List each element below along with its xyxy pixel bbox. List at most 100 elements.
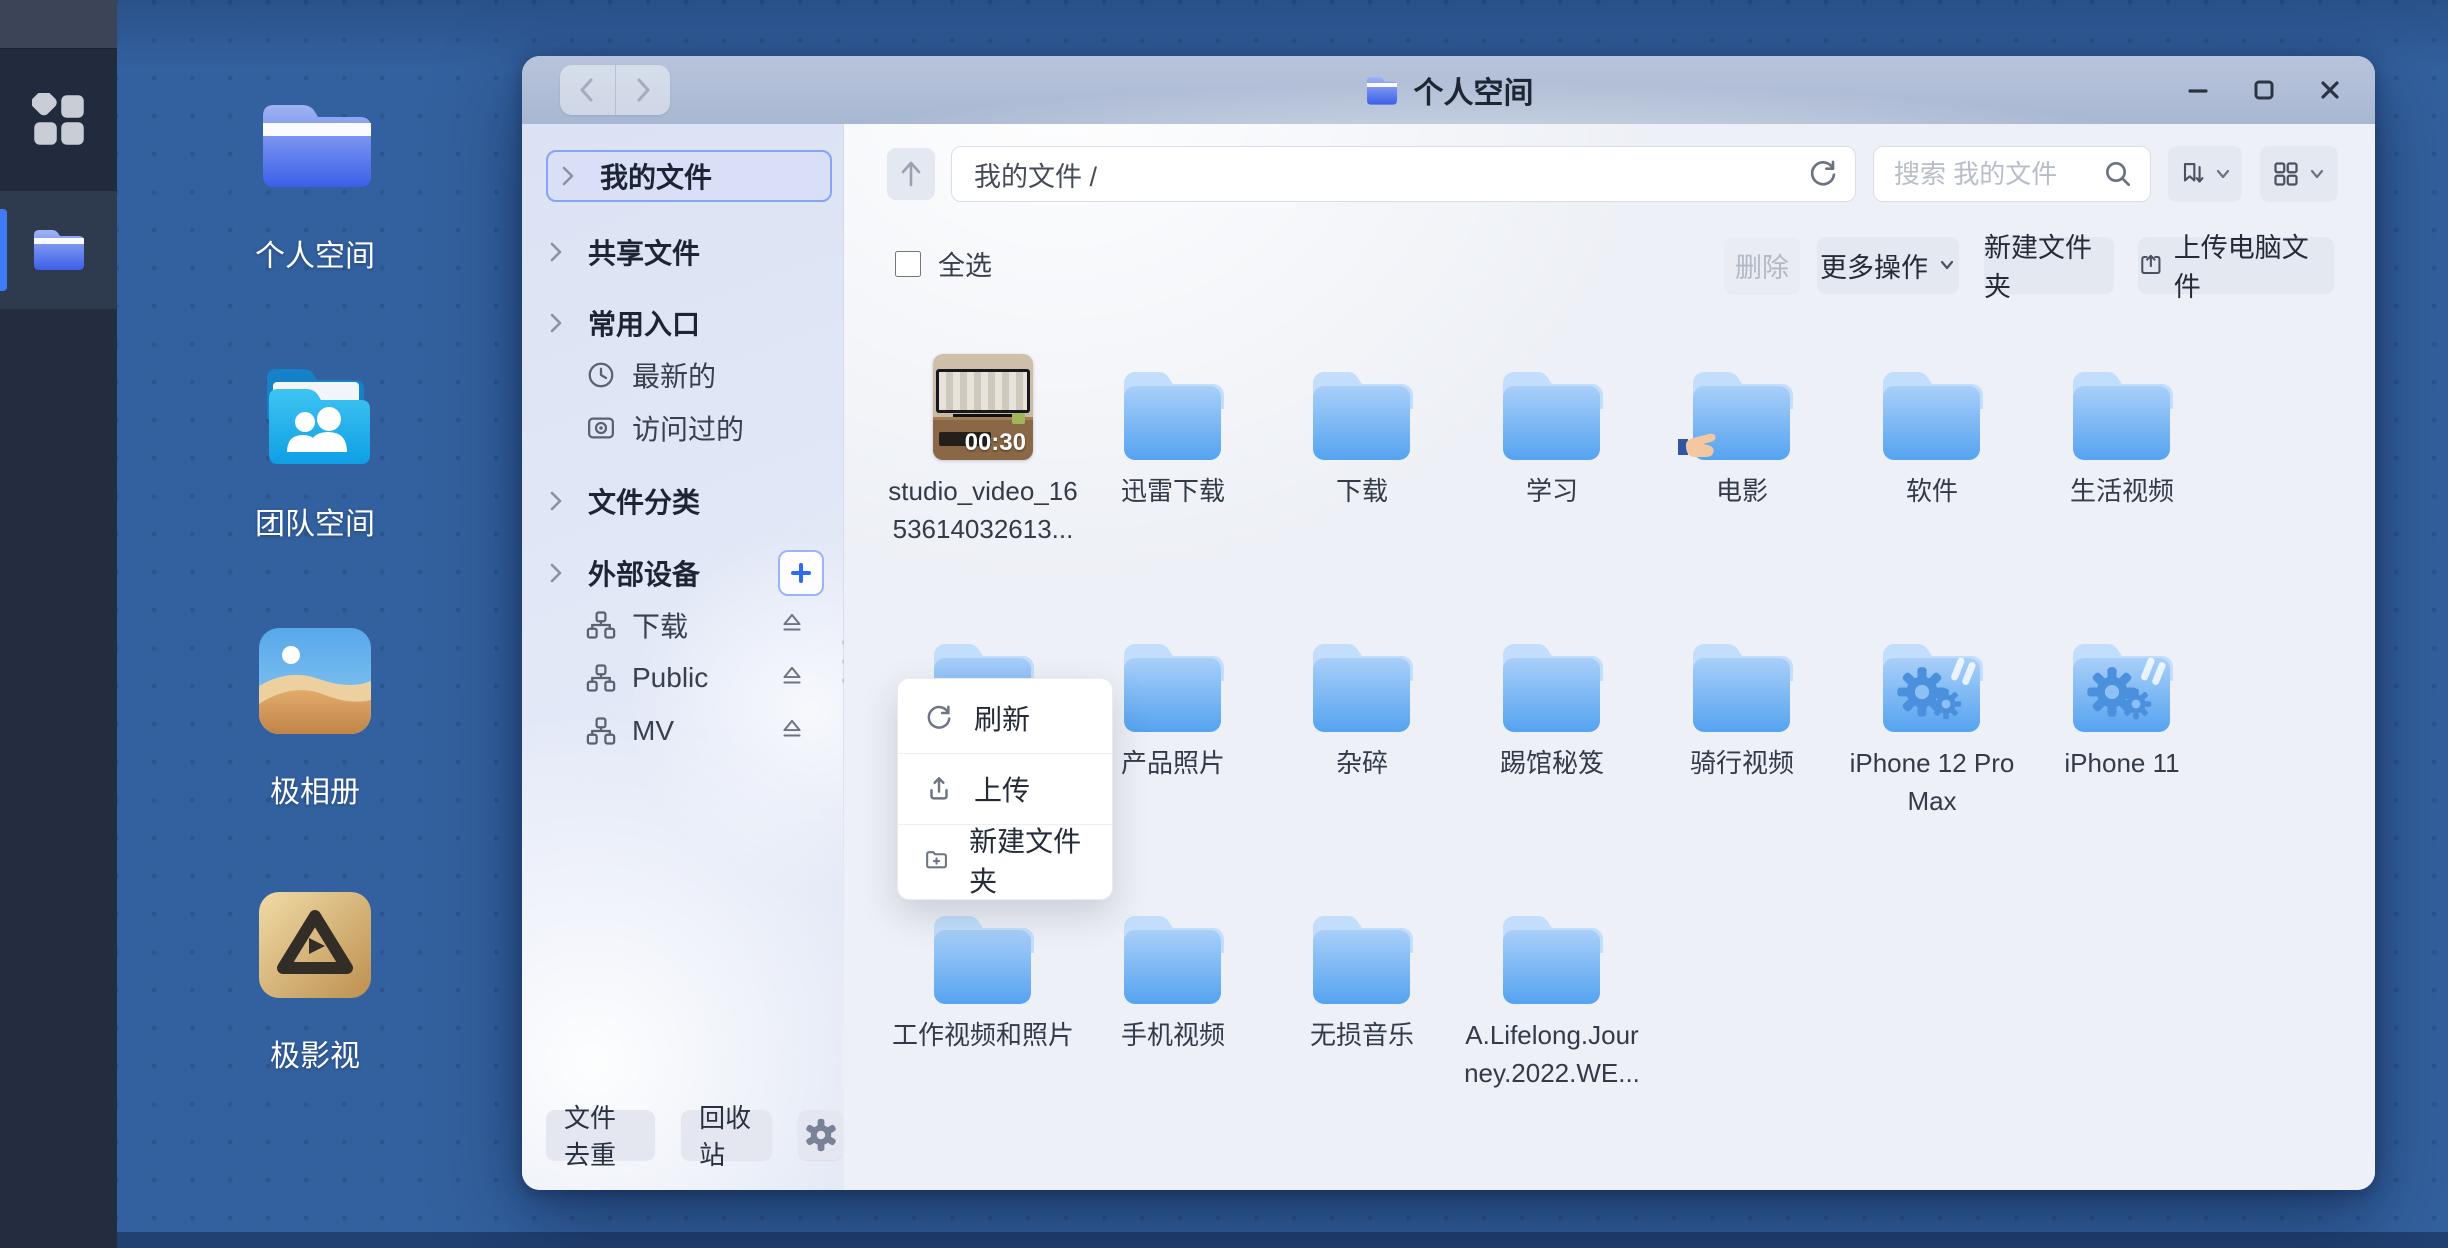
app-rail — [0, 0, 117, 1248]
minimize-icon — [2185, 77, 2211, 103]
file-item-folder[interactable]: 踢馆秘笈 — [1450, 626, 1654, 782]
minimize-button[interactable] — [2183, 75, 2213, 105]
sidebar-item-device-download[interactable]: 下载 — [586, 602, 831, 648]
file-item-folder[interactable]: 电影 — [1640, 354, 1844, 510]
sidebar-item-shared-files[interactable]: 共享文件 — [546, 229, 831, 275]
more-actions-label: 更多操作 — [1820, 246, 1928, 285]
chevron-right-icon — [558, 163, 578, 189]
video-thumbnail: 00:30 — [933, 354, 1033, 460]
desktop-icon-label: 极相册 — [205, 767, 425, 811]
file-name: iPhone 11 — [2020, 744, 2224, 782]
chevron-right-icon — [546, 239, 566, 265]
file-item-device-backup-folder[interactable]: iPhone 11 — [2020, 626, 2224, 782]
refresh-button[interactable] — [1807, 158, 1839, 190]
file-name: 骑行视频 — [1640, 744, 1844, 782]
recycle-bin-label: 回收站 — [699, 1098, 754, 1172]
folder-icon — [1310, 908, 1414, 1004]
file-item-folder[interactable]: 迅雷下载 — [1071, 354, 1275, 510]
search-box — [1873, 146, 2151, 202]
context-menu-upload[interactable]: 上传 — [898, 753, 1112, 824]
window-title-folder-icon — [1364, 74, 1400, 106]
network-device-icon — [586, 610, 616, 640]
go-up-button[interactable] — [887, 148, 935, 200]
window-titlebar[interactable]: 个人空间 — [522, 56, 2375, 124]
window-controls — [2183, 56, 2345, 124]
settings-button[interactable] — [798, 1110, 843, 1160]
file-name: 手机视频 — [1071, 1016, 1275, 1054]
sidebar-item-label: MV — [632, 715, 674, 747]
eject-button[interactable] — [779, 610, 805, 641]
forward-button[interactable] — [616, 65, 671, 115]
sidebar-item-common-entry[interactable]: 常用入口 — [546, 300, 831, 346]
app-grid-icon — [32, 93, 86, 147]
file-item-video[interactable]: 00:30 studio_video_16 53614032613... — [881, 354, 1085, 548]
file-item-folder[interactable]: 工作视频和照片 — [881, 898, 1085, 1054]
sidebar-item-device-mv[interactable]: MV — [586, 708, 831, 754]
file-item-folder[interactable]: 下载 — [1260, 354, 1464, 510]
path-input[interactable] — [952, 159, 1807, 190]
rail-item-apps[interactable] — [0, 49, 117, 191]
file-name: A.Lifelong.Jour ney.2022.WE... — [1450, 1016, 1654, 1092]
desktop-icon-movie-app[interactable]: 极影视 — [205, 892, 425, 1075]
hand-cursor-icon — [1678, 423, 1722, 464]
upload-icon — [2138, 252, 2164, 278]
search-input[interactable] — [1874, 159, 2102, 190]
file-item-folder[interactable]: 学习 — [1450, 354, 1654, 510]
rail-item-files[interactable] — [0, 191, 117, 309]
eject-button[interactable] — [779, 716, 805, 747]
delete-button[interactable]: 删除 — [1724, 237, 1800, 293]
sort-button[interactable] — [2168, 146, 2242, 202]
sidebar-item-device-public[interactable]: Public — [586, 655, 831, 701]
recycle-bin-button[interactable]: 回收站 — [681, 1110, 772, 1160]
upload-pc-files-button[interactable]: 上传电脑文件 — [2138, 237, 2334, 293]
sidebar-item-my-files[interactable]: 我的文件 — [546, 150, 832, 202]
desktop-icon-photo-album[interactable]: 极相册 — [205, 628, 425, 811]
maximize-button[interactable] — [2249, 75, 2279, 105]
sidebar-item-label: 下载 — [632, 605, 688, 645]
desktop-icon-team-space[interactable]: 团队空间 — [205, 360, 425, 543]
add-external-device-button[interactable] — [778, 550, 824, 596]
file-name: 下载 — [1260, 472, 1464, 510]
new-folder-button-label: 新建文件夹 — [1984, 226, 2114, 304]
new-folder-button[interactable]: 新建文件夹 — [1984, 237, 2114, 293]
file-name: 无损音乐 — [1260, 1016, 1464, 1054]
desktop-bottom-edge — [0, 1232, 2448, 1248]
more-actions-button[interactable]: 更多操作 — [1817, 237, 1959, 293]
file-item-folder[interactable]: 生活视频 — [2020, 354, 2224, 510]
file-item-folder[interactable]: 手机视频 — [1071, 898, 1275, 1054]
rail-top-strip — [0, 0, 117, 49]
chevron-right-icon — [546, 488, 566, 514]
search-button[interactable] — [2102, 158, 2134, 190]
file-item-folder[interactable]: 软件 — [1830, 354, 2034, 510]
file-item-folder[interactable]: 骑行视频 — [1640, 626, 1844, 782]
folder-icon — [1880, 364, 1984, 460]
close-button[interactable] — [2315, 75, 2345, 105]
select-all-checkbox[interactable] — [895, 251, 921, 277]
network-device-icon — [586, 716, 616, 746]
sidebar-item-visited[interactable]: 访问过的 — [586, 405, 831, 451]
eject-button[interactable] — [779, 663, 805, 694]
folder-icon — [931, 908, 1035, 1004]
file-item-folder[interactable]: 杂碎 — [1260, 626, 1464, 782]
desktop-icon-personal-space[interactable]: 个人空间 — [205, 96, 425, 275]
folder-icon — [2070, 364, 2174, 460]
sidebar-item-recent[interactable]: 最新的 — [586, 352, 831, 398]
dedupe-button[interactable]: 文件去重 — [546, 1110, 655, 1160]
back-button[interactable] — [560, 65, 616, 115]
file-item-device-backup-folder[interactable]: iPhone 12 Pro Max — [1830, 626, 2034, 820]
refresh-icon — [1807, 158, 1839, 190]
file-item-folder[interactable]: A.Lifelong.Jour ney.2022.WE... — [1450, 898, 1654, 1092]
context-menu-new-folder[interactable]: 新建文件夹 — [898, 824, 1112, 895]
file-item-folder[interactable]: 无损音乐 — [1260, 898, 1464, 1054]
sidebar-item-label: 文件分类 — [588, 481, 700, 521]
sidebar-item-label: 我的文件 — [600, 156, 712, 196]
sidebar-item-categories[interactable]: 文件分类 — [546, 478, 831, 524]
folder-plus-icon — [924, 845, 949, 875]
context-menu-refresh[interactable]: 刷新 — [898, 683, 1112, 753]
gear-icon — [804, 1118, 838, 1152]
view-mode-button[interactable] — [2260, 146, 2338, 202]
window-sidebar: 我的文件 共享文件 常用入口 最新的 — [522, 124, 844, 1190]
personal-space-folder-icon — [253, 96, 377, 198]
desktop-icon-label: 团队空间 — [205, 499, 425, 543]
delete-button-label: 删除 — [1735, 246, 1789, 285]
